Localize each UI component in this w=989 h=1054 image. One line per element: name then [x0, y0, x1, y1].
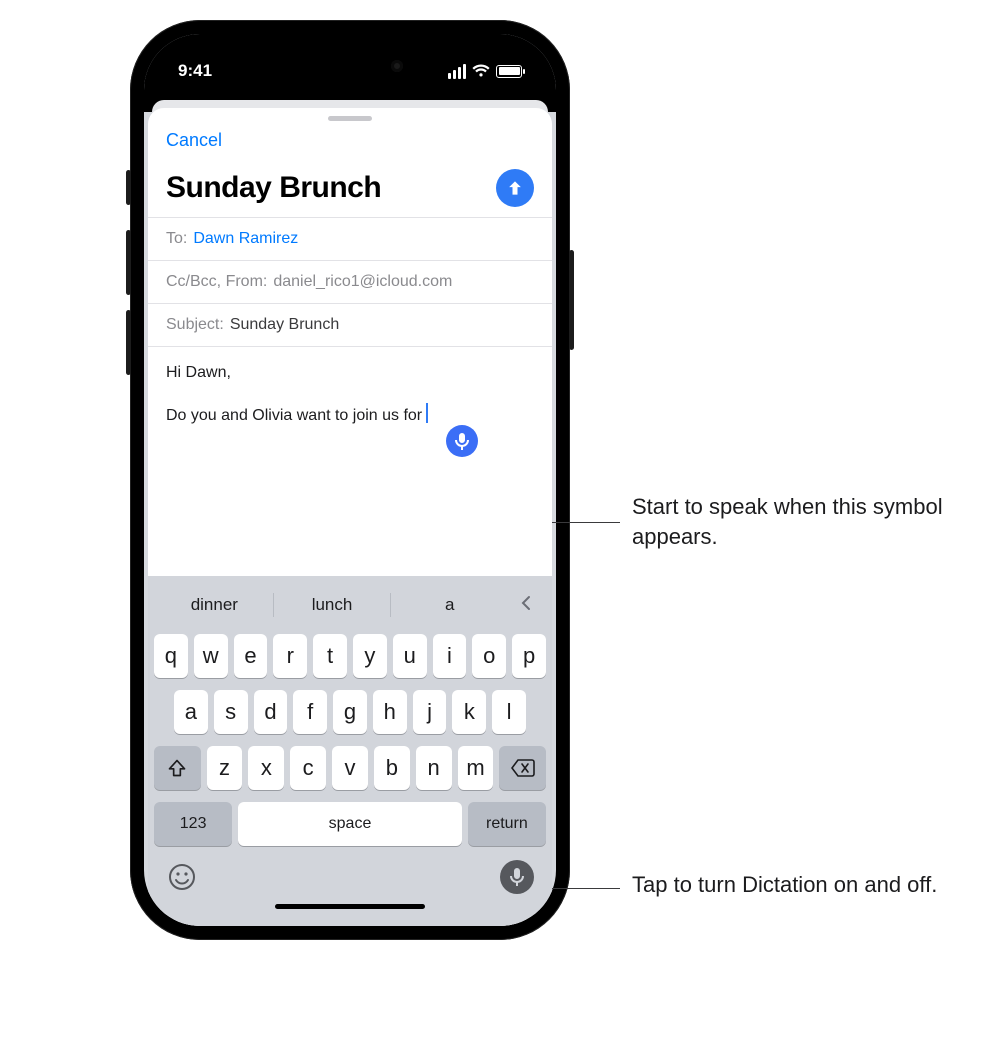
subject-field[interactable]: Subject: Sunday Brunch — [148, 303, 552, 346]
return-key[interactable]: return — [468, 802, 546, 846]
key-r[interactable]: r — [273, 634, 307, 678]
home-indicator-area — [148, 898, 552, 926]
camera-dot — [391, 60, 403, 72]
cancel-button[interactable]: Cancel — [166, 130, 222, 151]
numbers-key[interactable]: 123 — [154, 802, 232, 846]
ccbcc-field[interactable]: Cc/Bcc, From: daniel_rico1@icloud.com — [148, 260, 552, 303]
compose-title: Sunday Brunch — [166, 171, 381, 205]
microphone-icon — [510, 867, 524, 887]
key-e[interactable]: e — [234, 634, 268, 678]
key-row-3: z x c v b n m — [148, 740, 552, 796]
side-button — [126, 170, 131, 205]
backspace-icon — [511, 759, 535, 777]
body-line: Hi Dawn, — [166, 361, 534, 385]
suggestion[interactable]: dinner — [156, 595, 273, 615]
chevron-left-icon — [520, 595, 532, 611]
home-indicator[interactable] — [275, 904, 425, 909]
key-a[interactable]: a — [174, 690, 208, 734]
key-h[interactable]: h — [373, 690, 407, 734]
key-q[interactable]: q — [154, 634, 188, 678]
key-t[interactable]: t — [313, 634, 347, 678]
key-row-1: q w e r t y u i o p — [148, 628, 552, 684]
suggestion[interactable]: lunch — [274, 595, 391, 615]
emoji-icon — [168, 863, 196, 891]
dynamic-island — [285, 48, 415, 84]
key-s[interactable]: s — [214, 690, 248, 734]
callout-dictation-start: Start to speak when this symbol appears. — [632, 492, 952, 551]
key-m[interactable]: m — [458, 746, 494, 790]
emoji-button[interactable] — [166, 861, 198, 893]
body-line: Do you and Olivia want to join us for — [166, 407, 422, 424]
send-button[interactable] — [496, 169, 534, 207]
key-z[interactable]: z — [207, 746, 243, 790]
key-row-4: 123 space return — [148, 796, 552, 852]
key-b[interactable]: b — [374, 746, 410, 790]
key-o[interactable]: o — [472, 634, 506, 678]
wifi-icon — [472, 64, 490, 78]
volume-up-button — [126, 230, 131, 295]
keyboard: dinner lunch a q w e r t — [148, 576, 552, 926]
key-u[interactable]: u — [393, 634, 427, 678]
key-f[interactable]: f — [293, 690, 327, 734]
key-c[interactable]: c — [290, 746, 326, 790]
suggestion-collapse[interactable] — [508, 595, 544, 616]
from-address: daniel_rico1@icloud.com — [273, 273, 452, 291]
body-textarea[interactable]: Hi Dawn, Do you and Olivia want to join … — [148, 346, 552, 576]
to-recipient[interactable]: Dawn Ramirez — [193, 230, 298, 248]
key-i[interactable]: i — [433, 634, 467, 678]
phone-frame: 9:41 Cancel Sunday Brunch — [130, 20, 570, 940]
callout-dictation-toggle: Tap to turn Dictation on and off. — [632, 870, 952, 900]
key-l[interactable]: l — [492, 690, 526, 734]
key-p[interactable]: p — [512, 634, 546, 678]
key-j[interactable]: j — [413, 690, 447, 734]
key-g[interactable]: g — [333, 690, 367, 734]
suggestion[interactable]: a — [391, 595, 508, 615]
status-time: 9:41 — [178, 61, 212, 81]
space-key[interactable]: space — [238, 802, 462, 846]
volume-down-button — [126, 310, 131, 375]
arrow-up-icon — [505, 178, 525, 198]
key-n[interactable]: n — [416, 746, 452, 790]
key-d[interactable]: d — [254, 690, 288, 734]
subject-label: Subject: — [166, 316, 224, 334]
to-label: To: — [166, 230, 187, 248]
battery-icon — [496, 65, 522, 78]
key-k[interactable]: k — [452, 690, 486, 734]
key-y[interactable]: y — [353, 634, 387, 678]
power-button — [569, 250, 574, 350]
ccbcc-label: Cc/Bcc, From: — [166, 273, 267, 291]
key-row-2: a s d f g h j k l — [148, 684, 552, 740]
key-w[interactable]: w — [194, 634, 228, 678]
compose-sheet: Cancel Sunday Brunch To: Dawn Ramirez Cc… — [148, 108, 552, 926]
cellular-icon — [448, 64, 466, 79]
shift-icon — [167, 758, 187, 778]
dictation-indicator — [446, 425, 478, 457]
subject-value: Sunday Brunch — [230, 316, 339, 334]
text-cursor — [426, 403, 428, 423]
to-field[interactable]: To: Dawn Ramirez — [148, 217, 552, 260]
key-x[interactable]: x — [248, 746, 284, 790]
suggestion-bar: dinner lunch a — [148, 582, 552, 628]
microphone-icon — [455, 432, 469, 450]
dictation-button[interactable] — [500, 860, 534, 894]
shift-key[interactable] — [154, 746, 201, 790]
key-v[interactable]: v — [332, 746, 368, 790]
backspace-key[interactable] — [499, 746, 546, 790]
screen: 9:41 Cancel Sunday Brunch — [144, 34, 556, 926]
